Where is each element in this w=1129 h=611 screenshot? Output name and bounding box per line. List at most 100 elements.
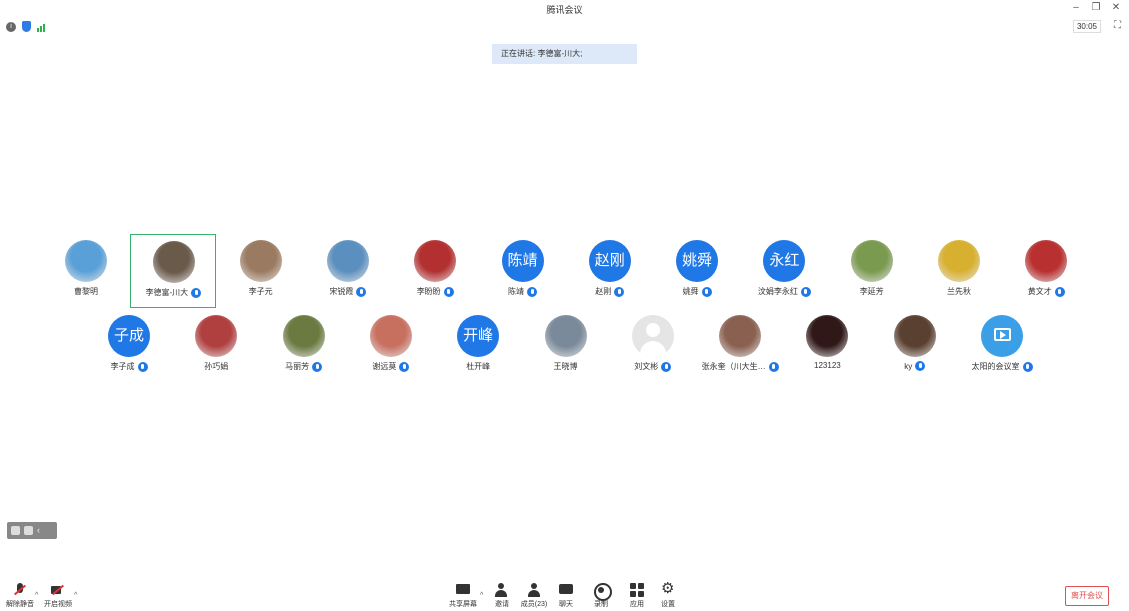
participant-tile[interactable]: 兰先秋 <box>916 234 1002 308</box>
participant-name: 123123 <box>814 361 841 370</box>
participant-tile[interactable]: 宋锐霞 <box>305 234 391 308</box>
settings-label: 设置 <box>661 601 675 608</box>
participant-name: 太阳的会议室 <box>971 362 1020 371</box>
mic-muted-icon <box>13 583 27 597</box>
speaking-banner: 正在讲话: 李德富-川大; <box>492 44 637 64</box>
participant-tile[interactable]: ky <box>872 309 958 383</box>
mic-icon <box>399 361 410 372</box>
participant-tile[interactable]: 王晓博 <box>523 309 609 383</box>
participant-name: 谢远莫 <box>372 362 397 371</box>
participant-name: ky <box>904 361 913 371</box>
share-screen-label: 共享屏幕 <box>449 601 477 608</box>
leave-meeting-button[interactable]: 离开会议 <box>1065 586 1109 606</box>
chat-button[interactable]: 聊天 <box>546 583 586 609</box>
chat-bubble-icon[interactable] <box>24 526 33 535</box>
participant-tile[interactable]: 姚舜 姚舜 <box>654 234 740 308</box>
chat-icon <box>559 583 573 597</box>
participant-avatar <box>153 241 196 283</box>
participant-name: 李延芳 <box>859 287 884 296</box>
participant-name: 刘文彬 <box>634 362 659 371</box>
participant-name-row: 李德富-川大 <box>131 287 215 298</box>
signal-icon[interactable] <box>37 22 45 32</box>
mic-icon <box>768 361 779 372</box>
chat-label: 聊天 <box>559 601 573 608</box>
settings-button[interactable]: 设置 <box>648 580 688 609</box>
participant-avatar <box>369 315 412 357</box>
participant-tile[interactable]: 陈靖 陈靖 <box>480 234 566 308</box>
participant-avatar <box>239 240 282 282</box>
participant-tile[interactable]: 永红 汶娟李永红 <box>741 234 827 308</box>
participant-name: 马丽芳 <box>285 362 310 371</box>
participant-avatar: 赵刚 <box>588 240 631 282</box>
members-icon <box>527 583 541 597</box>
gear-icon <box>661 580 675 598</box>
participant-name: 李子成 <box>110 362 135 371</box>
participant-avatar: 开峰 <box>457 315 500 357</box>
participant-tile[interactable]: 李延芳 <box>829 234 915 308</box>
participant-tile[interactable]: 开峰 杜开峰 <box>435 309 521 383</box>
chevron-left-icon[interactable]: ‹ <box>37 526 46 535</box>
avatar-initials: 永红 <box>769 252 800 269</box>
participant-name-row: 张永奎（川大生… <box>697 361 783 372</box>
participant-name-row: 兰先秋 <box>916 286 1002 297</box>
participant-name-row: 李子元 <box>218 286 304 297</box>
minimize-icon[interactable]: – <box>1071 2 1081 13</box>
participant-tile[interactable]: 孙巧娟 <box>173 309 259 383</box>
participant-name: 李子元 <box>248 287 273 296</box>
info-icon[interactable]: i <box>6 21 16 32</box>
participant-tile[interactable]: 赵刚 赵刚 <box>567 234 653 308</box>
share-screen-button[interactable]: 共享屏幕 <box>443 583 483 609</box>
participant-avatar <box>938 240 980 282</box>
participant-name: 陈靖 <box>508 287 524 296</box>
start-video-button[interactable]: 开启视频 <box>38 583 78 609</box>
participant-tile[interactable]: 马丽芳 <box>261 309 347 383</box>
participant-name-row: 李盼盼 <box>392 286 478 297</box>
participant-name-row: 孙巧娟 <box>173 361 259 372</box>
participant-name-row: 汶娟李永红 <box>741 286 827 297</box>
participant-name: 王晓博 <box>553 362 578 371</box>
participant-name: 孙巧娟 <box>204 362 229 371</box>
participant-tile[interactable]: 子成 李子成 <box>86 309 172 383</box>
view-controls[interactable]: ‹ <box>7 522 57 539</box>
mic-icon <box>356 286 367 297</box>
participant-tile[interactable]: 李德富-川大 <box>130 234 217 308</box>
fullscreen-icon[interactable]: ⛶ <box>1114 20 1121 31</box>
participant-tile[interactable]: 黄文才 <box>1003 234 1089 308</box>
participant-name-row: 李延芳 <box>829 286 915 297</box>
participant-name: 李盼盼 <box>416 287 441 296</box>
avatar-initials: 赵刚 <box>594 252 625 269</box>
record-button[interactable]: 录制 <box>581 583 621 609</box>
participant-tile[interactable]: 123123 <box>784 309 870 383</box>
participant-tile[interactable]: 太阳的会议室 <box>959 309 1045 383</box>
participant-name-row: 姚舜 <box>654 286 740 297</box>
close-icon[interactable]: ✕ <box>1111 2 1121 13</box>
participant-tile[interactable]: 刘文彬 <box>610 309 696 383</box>
mic-icon <box>137 361 148 372</box>
video-options-caret-icon[interactable]: ^ <box>74 592 77 599</box>
mic-icon <box>443 286 454 297</box>
participant-avatar <box>850 240 893 282</box>
mic-icon <box>312 361 323 372</box>
window-title: 腾讯会议 <box>546 5 583 15</box>
share-screen-icon <box>456 583 470 597</box>
participant-tile[interactable]: 张永奎（川大生… <box>697 309 783 383</box>
participant-name-row: 谢远莫 <box>348 361 434 372</box>
shield-icon[interactable] <box>22 21 31 32</box>
unmute-button[interactable]: 解除静音 <box>0 583 40 609</box>
participant-tile[interactable]: 谢远莫 <box>348 309 434 383</box>
participant-avatar <box>544 315 587 357</box>
participant-tile[interactable]: 曹黎明 <box>43 234 129 308</box>
participant-avatar <box>981 315 1023 357</box>
avatar-initials: 子成 <box>113 327 144 344</box>
participant-avatar <box>719 315 762 357</box>
mic-icon <box>800 286 811 297</box>
participant-name-row: 杜开峰 <box>435 361 521 372</box>
mic-icon <box>191 287 202 298</box>
participant-tile[interactable]: 李子元 <box>218 234 304 308</box>
members-label: 成员(23) <box>520 601 548 608</box>
participant-tile[interactable]: 李盼盼 <box>392 234 478 308</box>
restore-icon[interactable]: ❐ <box>1091 2 1101 13</box>
mic-icon <box>527 286 537 297</box>
layout-icon[interactable] <box>11 526 20 535</box>
participant-avatar <box>631 315 674 357</box>
